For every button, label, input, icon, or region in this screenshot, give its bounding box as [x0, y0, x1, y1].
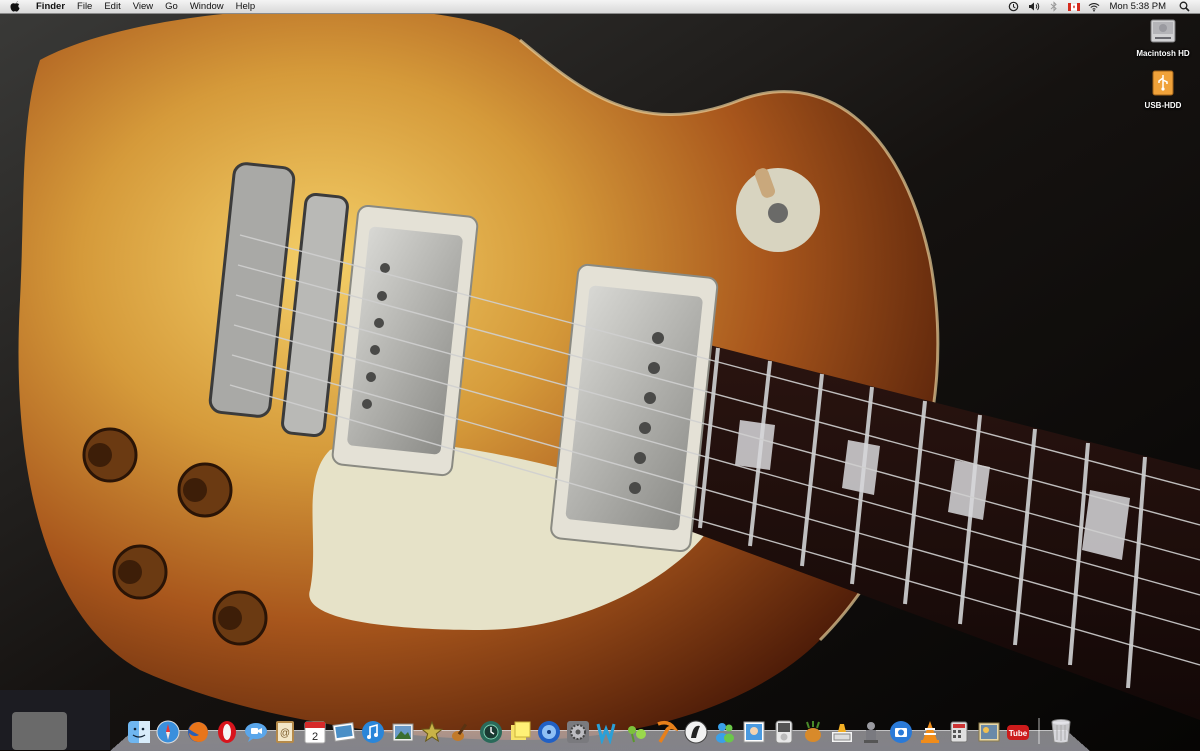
spotlight-search-icon[interactable] [1178, 1, 1190, 13]
automator-icon[interactable] [858, 716, 884, 744]
desktop-icon-label: Macintosh HD [1136, 49, 1190, 58]
volume-icon[interactable] [1028, 1, 1040, 13]
iphoto-icon[interactable] [331, 716, 357, 744]
youtube-label: Tube [1009, 729, 1028, 738]
ical-day-number: 2 [312, 731, 318, 743]
calculator-icon[interactable] [946, 716, 972, 744]
dvd-player-icon[interactable] [536, 716, 562, 744]
pages-icon[interactable] [653, 716, 679, 744]
itunes-icon[interactable] [360, 716, 386, 744]
ical-icon[interactable]: 2 [302, 716, 328, 744]
garageband-icon[interactable] [448, 716, 474, 744]
bluetooth-icon[interactable] [1048, 1, 1060, 13]
firefox-icon[interactable] [185, 716, 211, 744]
usb-drive-icon [1148, 70, 1178, 98]
menu-clock[interactable]: Mon 5:38 PM [1104, 1, 1175, 12]
youtube-icon[interactable]: Tube [1005, 716, 1031, 744]
menu-file[interactable]: File [71, 0, 98, 13]
wifi-icon[interactable] [1088, 1, 1100, 13]
photo-booth-icon[interactable] [741, 716, 767, 744]
menu-app-finder[interactable]: Finder [30, 0, 71, 13]
finder-icon[interactable] [126, 716, 152, 744]
menu-bar: Finder File Edit View Go Window Help Mon… [0, 0, 1200, 14]
svg-text:@: @ [280, 728, 290, 739]
desktop-icon-macintosh-hd[interactable]: Macintosh HD [1128, 18, 1198, 58]
desktop-icon-usb-hdd[interactable]: USB-HDD [1128, 70, 1198, 110]
menu-help[interactable]: Help [230, 0, 262, 13]
image-capture-icon[interactable] [888, 716, 914, 744]
safari-icon[interactable] [155, 716, 181, 744]
time-machine-icon[interactable] [478, 716, 504, 744]
dreamweaver-icon[interactable] [595, 716, 621, 744]
chess-icon[interactable] [829, 716, 855, 744]
dock-separator [1038, 718, 1041, 744]
imovie-icon[interactable] [419, 716, 445, 744]
adium-icon[interactable] [800, 716, 826, 744]
ichat-icon[interactable] [243, 716, 269, 744]
desktop-wallpaper-guitar [0, 0, 1200, 750]
opera-icon[interactable] [214, 716, 240, 744]
desktop-icon-label: USB-HDD [1144, 101, 1182, 110]
address-book-icon[interactable]: @ [272, 716, 298, 744]
menu-edit[interactable]: Edit [98, 0, 126, 13]
menu-window[interactable]: Window [184, 0, 230, 13]
apple-logo-icon[interactable] [10, 1, 22, 13]
dock: @ 2 Tube [126, 710, 1074, 744]
time-machine-icon[interactable] [1008, 1, 1020, 13]
preview-icon[interactable] [390, 716, 416, 744]
fireworks-icon[interactable] [624, 716, 650, 744]
canada-flag-input-icon[interactable] [1067, 1, 1080, 13]
trash-icon[interactable] [1048, 716, 1074, 744]
camino-icon[interactable] [683, 716, 709, 744]
system-preferences-icon[interactable] [565, 716, 591, 744]
vlc-icon[interactable] [917, 716, 943, 744]
itunes-dock-icon[interactable] [771, 716, 797, 744]
hard-drive-icon [1148, 18, 1178, 46]
menu-view[interactable]: View [127, 0, 159, 13]
stickies-icon[interactable] [507, 716, 533, 744]
messenger-icon[interactable] [712, 716, 738, 744]
photoshop-icon[interactable] [976, 716, 1002, 744]
menu-go[interactable]: Go [159, 0, 184, 13]
